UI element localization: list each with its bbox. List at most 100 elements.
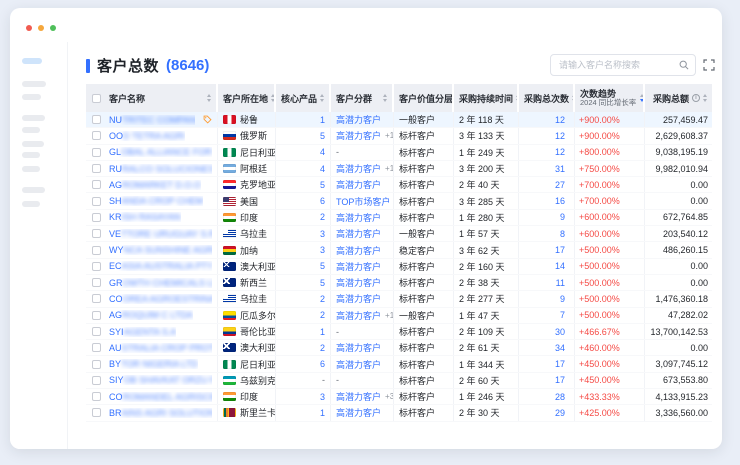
customer-name-link[interactable]: ECASIA AUSTRALIA PTY LIMITED bbox=[109, 261, 212, 271]
core-product-count-link[interactable]: 2 bbox=[320, 343, 325, 353]
column-header-duration[interactable]: 采购持续时间 bbox=[454, 84, 519, 112]
table-row[interactable]: SHANDA CROP CHEM 美国 6 TOP市场客户 标杆客户 3 年 2… bbox=[86, 193, 712, 209]
purchase-count-link[interactable]: 17 bbox=[555, 359, 565, 369]
sort-icon[interactable] bbox=[703, 94, 707, 102]
table-row[interactable]: GLOBAL ALLIANCE FOR CHEMICA... 尼日利亚 4 - … bbox=[86, 145, 712, 161]
core-product-count-link[interactable]: 5 bbox=[320, 261, 325, 271]
search-icon[interactable] bbox=[679, 60, 689, 70]
sidebar-item-placeholder[interactable] bbox=[22, 166, 40, 172]
core-product-count-link[interactable]: 5 bbox=[320, 180, 325, 190]
table-row[interactable]: COROMANDEL AGRISCIENCE PRIVATE... 印度 3 高… bbox=[86, 389, 712, 405]
core-product-count-link[interactable]: 1 bbox=[320, 115, 325, 125]
row-checkbox[interactable] bbox=[92, 360, 101, 369]
customer-name-link[interactable]: SIYOB SHAVKAT ORZU FERMERX... bbox=[109, 375, 212, 385]
table-row[interactable]: VETTORE URUGUAY S.R.L 乌拉圭 3 高潜力客户 一般客户 1… bbox=[86, 226, 712, 242]
customer-name-link[interactable]: COROMANDEL AGRISCIENCE PRIVATE... bbox=[109, 392, 212, 402]
sidebar-item-placeholder[interactable] bbox=[22, 152, 40, 158]
search-input[interactable] bbox=[557, 59, 675, 71]
table-row[interactable]: BRAINS AGRI SOLUTIONS PVTLTD 斯里兰卡 1 高潜力客… bbox=[86, 405, 712, 421]
core-product-count-link[interactable]: 4 bbox=[320, 147, 325, 157]
customer-name-link[interactable]: AGROQUIM C LTDA bbox=[109, 310, 193, 320]
segment-link[interactable]: 高潜力客户 bbox=[336, 341, 381, 354]
sidebar-item-placeholder[interactable] bbox=[22, 94, 41, 100]
purchase-count-link[interactable]: 30 bbox=[555, 327, 565, 337]
sort-icon[interactable] bbox=[271, 94, 275, 102]
sidebar-item-placeholder[interactable] bbox=[22, 141, 44, 147]
core-product-count-link[interactable]: 6 bbox=[320, 359, 325, 369]
sidebar-item-placeholder[interactable] bbox=[22, 115, 45, 121]
customer-name-link[interactable]: BRAINS AGRI SOLUTIONS PVTLTD bbox=[109, 408, 212, 418]
segment-link[interactable]: 高潜力客户 bbox=[336, 178, 381, 191]
core-product-count-link[interactable]: 6 bbox=[320, 196, 325, 206]
purchase-count-link[interactable]: 16 bbox=[555, 196, 565, 206]
row-checkbox[interactable] bbox=[92, 246, 101, 255]
customer-name-link[interactable]: AGROMARKET D.O.O bbox=[109, 180, 201, 190]
customer-name-link[interactable]: WYNCA SUNSHINE AGRIC PRO(U... bbox=[109, 245, 212, 255]
segment-link[interactable]: 高潜力客户 bbox=[336, 292, 381, 305]
maximize-window-button[interactable] bbox=[50, 25, 56, 31]
row-checkbox[interactable] bbox=[92, 327, 101, 336]
row-checkbox[interactable] bbox=[92, 343, 101, 352]
purchase-count-link[interactable]: 12 bbox=[555, 115, 565, 125]
segment-link[interactable]: 高潜力客户 bbox=[336, 244, 381, 257]
table-row[interactable]: NUTRITEC COMPANI S.A.C 秘鲁 1 高潜力客户 一般客户 2… bbox=[86, 112, 712, 128]
segment-link[interactable]: 高潜力客户 bbox=[336, 358, 381, 371]
table-row[interactable]: AGROQUIM C LTDA 厄瓜多尔 2 高潜力客户 +1 一般客户 1 年… bbox=[86, 308, 712, 324]
segment-link[interactable]: TOP市场客户 bbox=[336, 195, 390, 208]
customer-name-link[interactable]: GROWTH CHEMICALS LIMITED bbox=[109, 278, 212, 288]
table-row[interactable]: COOREA AGROESTRINA ALLMIXR... 乌拉圭 2 高潜力客… bbox=[86, 291, 712, 307]
customer-name-link[interactable]: KRISH RASAYAN bbox=[109, 212, 181, 222]
purchase-count-link[interactable]: 34 bbox=[555, 343, 565, 353]
segment-link[interactable]: 高潜力客户 bbox=[336, 309, 381, 322]
select-all-checkbox[interactable] bbox=[92, 94, 101, 103]
column-header-segment[interactable]: 客户分群 bbox=[331, 84, 394, 112]
column-header-purchase-count[interactable]: 采购总次数 bbox=[519, 84, 575, 112]
info-icon[interactable]: i bbox=[692, 94, 700, 102]
customer-name-link[interactable]: NUTRITEC COMPANI S.A.C bbox=[109, 115, 195, 125]
customer-name-link[interactable]: AUSTRALIA CROP PROTECTIONP... bbox=[109, 343, 212, 353]
table-row[interactable]: AUSTRALIA CROP PROTECTIONP... 澳大利亚 2 高潜力… bbox=[86, 340, 712, 356]
purchase-count-link[interactable]: 12 bbox=[555, 147, 565, 157]
row-checkbox[interactable] bbox=[92, 294, 101, 303]
row-checkbox[interactable] bbox=[92, 115, 101, 124]
close-window-button[interactable] bbox=[26, 25, 32, 31]
purchase-count-link[interactable]: 17 bbox=[555, 245, 565, 255]
column-header-name[interactable]: 客户名称 bbox=[86, 84, 218, 112]
row-checkbox[interactable] bbox=[92, 278, 101, 287]
purchase-count-link[interactable]: 9 bbox=[560, 294, 565, 304]
sort-icon[interactable] bbox=[383, 94, 387, 102]
sidebar-item-placeholder[interactable] bbox=[22, 58, 42, 64]
segment-link[interactable]: 高潜力客户 bbox=[336, 129, 381, 142]
table-row[interactable]: OOD TETRA AGRI 俄罗斯 5 高潜力客户 +1 标杆客户 3 年 1… bbox=[86, 128, 712, 144]
core-product-count-link[interactable]: 5 bbox=[320, 131, 325, 141]
core-product-count-link[interactable]: 3 bbox=[320, 245, 325, 255]
table-row[interactable]: BYTOR NIGERIA LTD 尼日利亚 6 高潜力客户 标杆客户 1 年 … bbox=[86, 356, 712, 372]
segment-link[interactable]: 高潜力客户 bbox=[336, 162, 381, 175]
purchase-count-link[interactable]: 27 bbox=[555, 180, 565, 190]
sort-icon[interactable] bbox=[207, 94, 211, 102]
table-row[interactable]: GROWTH CHEMICALS LIMITED 新西兰 5 高潜力客户 标杆客… bbox=[86, 275, 712, 291]
core-product-count-link[interactable]: 2 bbox=[320, 294, 325, 304]
segment-link[interactable]: - bbox=[336, 375, 339, 385]
customer-name-link[interactable]: COOREA AGROESTRINA ALLMIXR... bbox=[109, 294, 212, 304]
segment-link[interactable]: - bbox=[336, 147, 339, 157]
core-product-count-link[interactable]: 2 bbox=[320, 310, 325, 320]
purchase-count-link[interactable]: 9 bbox=[560, 212, 565, 222]
customer-name-link[interactable]: BYTOR NIGERIA LTD bbox=[109, 359, 198, 369]
core-product-count-link[interactable]: 5 bbox=[320, 278, 325, 288]
segment-link[interactable]: - bbox=[336, 327, 339, 337]
purchase-count-link[interactable]: 12 bbox=[555, 131, 565, 141]
purchase-count-link[interactable]: 14 bbox=[555, 261, 565, 271]
core-product-count-link[interactable]: 3 bbox=[320, 229, 325, 239]
purchase-count-link[interactable]: 7 bbox=[560, 310, 565, 320]
sidebar-item-placeholder[interactable] bbox=[22, 201, 40, 207]
customer-name-link[interactable]: OOD TETRA AGRI bbox=[109, 131, 185, 141]
table-row[interactable]: ECASIA AUSTRALIA PTY LIMITED 澳大利亚 5 高潜力客… bbox=[86, 259, 712, 275]
core-product-count-link[interactable]: - bbox=[322, 375, 325, 385]
table-row[interactable]: WYNCA SUNSHINE AGRIC PRO(U... 加纳 3 高潜力客户… bbox=[86, 242, 712, 258]
row-checkbox[interactable] bbox=[92, 376, 101, 385]
minimize-window-button[interactable] bbox=[38, 25, 44, 31]
table-row[interactable]: SIYOB SHAVKAT ORZU FERMERX... 乌兹别克斯坦 - -… bbox=[86, 373, 712, 389]
row-checkbox[interactable] bbox=[92, 392, 101, 401]
purchase-count-link[interactable]: 29 bbox=[555, 408, 565, 418]
